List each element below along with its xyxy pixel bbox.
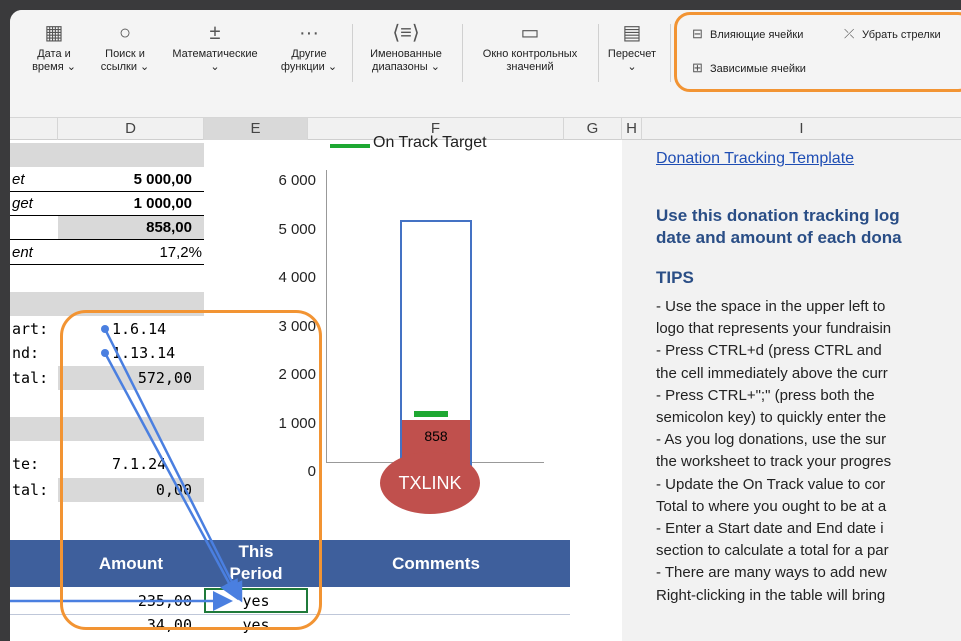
period-total-label: tal:	[12, 369, 49, 387]
tips-line: the worksheet to track your progres	[656, 453, 892, 471]
end-label: nd:	[12, 344, 40, 362]
comments-header[interactable]: Comments	[308, 554, 564, 574]
tips-line: - Use the space in the upper left to	[656, 298, 886, 315]
recalculate-chevron: ⌄	[627, 61, 637, 73]
math-button[interactable]: ± Математические ⌄	[160, 22, 270, 74]
math-label: Математические	[172, 48, 258, 60]
total-value[interactable]: 858,00	[58, 216, 192, 239]
math-chevron: ⌄	[210, 61, 220, 73]
search-icon: ○	[118, 22, 132, 44]
y-tick-label: 5 000	[278, 220, 316, 238]
column-header-i[interactable]: I	[642, 118, 961, 140]
column-header-h[interactable]: H	[622, 118, 642, 140]
watch-window-label: Окно контрольных значений	[482, 48, 578, 73]
column-header-e[interactable]: E	[204, 118, 308, 140]
plus-minus-icon: ±	[209, 22, 221, 44]
goal-label: et	[12, 171, 25, 188]
tips-line: Total to where you ought to be at a	[656, 497, 887, 515]
date-time-button[interactable]: ▦ Дата и время ⌄	[18, 22, 90, 74]
tips-line: section to calculate a total for a par	[656, 542, 889, 560]
tips-line: - As you log donations, use the sur	[656, 431, 887, 449]
tag-icon: ⟨≡⟩	[392, 22, 420, 44]
y-tick-label: 4 000	[278, 269, 316, 286]
ribbon-separator	[670, 24, 671, 82]
tips-heading: TIPS	[656, 268, 694, 287]
tips-line: semicolon key) to quickly enter the	[656, 409, 887, 426]
chart-ontrack-marker	[414, 411, 448, 417]
date-time-label: Дата и время ⌄	[32, 48, 76, 73]
lookup-button[interactable]: ○ Поиск и ссылки ⌄	[90, 22, 160, 74]
last-total-label: tal:	[12, 481, 49, 499]
watch-window-icon: ▭	[520, 22, 540, 44]
tips-line: Right-clicking in the table will bring	[656, 586, 886, 604]
template-link[interactable]: Donation Tracking Template	[656, 150, 854, 168]
app-window: ▦ Дата и время ⌄ ○ Поиск и ссылки ⌄ ± Ма…	[10, 10, 961, 641]
column-header-d[interactable]: D	[58, 118, 204, 140]
column-header-g[interactable]: G	[564, 118, 622, 140]
more-icon: ···	[299, 22, 319, 44]
y-tick-label: 6 000	[278, 172, 316, 189]
other-functions-button[interactable]: ··· Другие функции ⌄	[272, 22, 346, 74]
target-value[interactable]: 1 000,00	[58, 192, 192, 215]
tips-line: - Enter a Start date and End date i	[656, 520, 884, 537]
other-functions-label: Другие функции ⌄	[280, 48, 338, 73]
panel-title-line1: Use this donation tracking log	[656, 206, 900, 225]
tips-line: logo that represents your fundraisin	[656, 320, 892, 338]
goal-value[interactable]: 5 000,00	[58, 168, 192, 191]
highlight-box-sheet	[60, 310, 322, 630]
tips-line: - Update the On Track value to cor	[656, 475, 886, 493]
chart-thermometer-bulb: TXLINK	[380, 452, 480, 514]
named-ranges-label: Именованные диапазоны ⌄	[370, 48, 442, 73]
tips-line: - Press CTRL+d (press CTRL and	[656, 342, 882, 360]
recalculate-button[interactable]: ▤ Пересчет ⌄	[600, 22, 664, 74]
tips-line: the cell immediately above the curr	[656, 364, 888, 382]
highlight-box-auditing	[674, 12, 961, 92]
named-ranges-button[interactable]: ⟨≡⟩ Именованные диапазоны ⌄	[356, 22, 456, 74]
chart-y-axis-line	[326, 170, 327, 462]
calculator-icon: ▤	[622, 22, 642, 44]
percent-value[interactable]: 17,2%	[58, 241, 202, 264]
column-header-partial[interactable]	[10, 118, 58, 140]
tips-line: - Press CTRL+";" (press both the	[656, 386, 875, 404]
recalculate-label: Пересчет	[607, 48, 657, 60]
lookup-label: Поиск и ссылки ⌄	[100, 48, 150, 73]
target-label: get	[12, 195, 33, 212]
last-date-label: te:	[12, 455, 40, 473]
tips-panel: Donation Tracking Template Use this dona…	[622, 140, 961, 641]
tips-line: - There are many ways to add new	[656, 564, 887, 582]
formulas-ribbon: ▦ Дата и время ⌄ ○ Поиск и ссылки ⌄ ± Ма…	[10, 10, 961, 118]
ribbon-separator	[462, 24, 463, 82]
calendar-clock-icon: ▦	[44, 22, 64, 44]
panel-title-line2: date and amount of each dona	[656, 228, 902, 247]
legend-ontrack-swatch	[330, 144, 370, 148]
legend-ontrack-label: On Track Target	[373, 134, 487, 151]
percent-label: ent	[12, 244, 33, 261]
watch-window-button[interactable]: ▭ Окно контрольных значений	[468, 22, 592, 74]
start-label: art:	[12, 320, 49, 338]
row-border	[10, 264, 204, 265]
ribbon-separator	[598, 24, 599, 82]
chart-total-data-label: 858	[424, 428, 448, 444]
row-border	[10, 239, 204, 240]
section-header-band	[10, 143, 204, 167]
ribbon-separator	[352, 24, 353, 82]
